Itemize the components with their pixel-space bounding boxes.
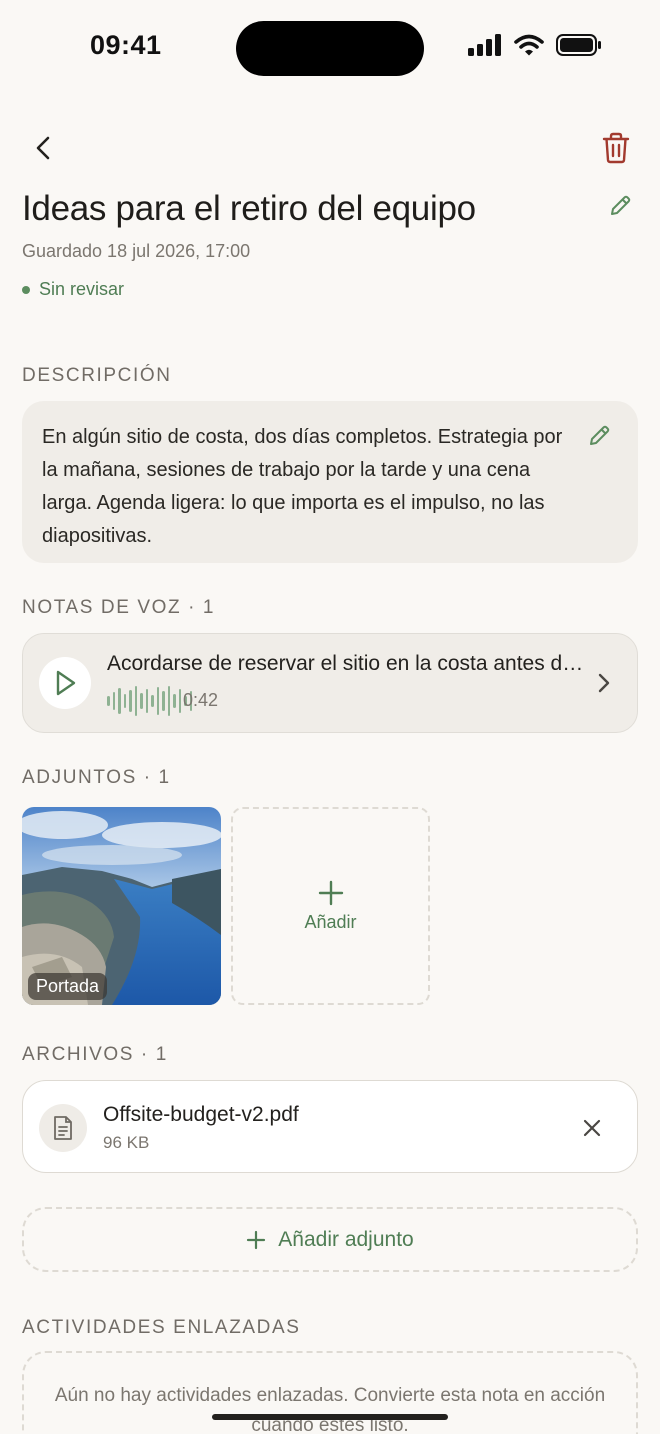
play-button[interactable] <box>39 657 91 709</box>
status-label: Sin revisar <box>39 279 125 299</box>
description-text: En algún sitio de costa, dos días comple… <box>42 426 563 547</box>
signal-icon <box>468 34 501 56</box>
pencil-icon <box>590 425 610 445</box>
description-label: DESCRIPCIÓN <box>22 365 172 386</box>
linked-empty-text: Aún no hay actividades enlazadas. Convie… <box>54 1385 606 1434</box>
close-icon <box>583 1119 601 1137</box>
home-indicator <box>212 1414 448 1420</box>
dynamic-island <box>236 21 424 76</box>
note-title: Ideas para el retiro del equipo <box>22 189 476 228</box>
add-tile-label: Añadir <box>304 911 357 932</box>
cover-badge: Portada <box>28 973 108 1000</box>
trash-icon <box>602 132 630 164</box>
review-status: Sin revisar <box>22 279 124 300</box>
voice-note-open[interactable] <box>589 668 619 698</box>
back-button[interactable] <box>20 124 68 172</box>
back-icon <box>36 136 50 160</box>
file-name: Offsite-budget-v2.pdf <box>103 1103 299 1126</box>
plus-icon <box>247 1230 266 1249</box>
add-attachment-tile[interactable]: Añadir <box>231 807 430 1005</box>
attachments-label: ADJUNTOS · 1 <box>22 767 171 788</box>
file-size: 96 KB <box>103 1133 150 1152</box>
plus-icon <box>318 880 343 905</box>
status-time: 09:41 <box>90 30 162 60</box>
file-icon-box <box>39 1104 87 1152</box>
remove-file-button[interactable] <box>577 1113 607 1143</box>
voice-note-item[interactable]: Acordarse de reservar el sitio en la cos… <box>22 633 638 733</box>
status-dot <box>22 285 30 294</box>
chevron-right-icon <box>598 673 610 693</box>
wifi-icon <box>514 34 544 56</box>
delete-button[interactable] <box>592 124 640 172</box>
document-icon <box>54 1116 72 1140</box>
attachment-photo[interactable]: Portada <box>22 807 221 1005</box>
status-icons <box>468 34 602 56</box>
add-attachment-label: Añadir adjunto <box>278 1227 414 1251</box>
voice-note-title: Acordarse de reservar el sitio en la cos… <box>107 652 587 675</box>
play-icon <box>56 670 76 696</box>
saved-timestamp: Guardado 18 jul 2026, 17:00 <box>22 241 251 261</box>
top-bar <box>0 118 660 178</box>
waveform <box>107 686 192 716</box>
battery-icon <box>556 34 601 56</box>
file-item[interactable]: Offsite-budget-v2.pdf 96 KB <box>22 1080 638 1173</box>
files-label: ARCHIVOS · 1 <box>22 1044 168 1065</box>
status-bar: 09:41 <box>0 0 660 96</box>
description-card[interactable]: En algún sitio de costa, dos días comple… <box>22 401 638 563</box>
add-attachment-button[interactable]: Añadir adjunto <box>22 1207 638 1272</box>
linked-activities-label: ACTIVIDADES ENLAZADAS <box>22 1317 301 1338</box>
voice-note-duration: 0:42 <box>183 690 219 710</box>
edit-title-button[interactable] <box>602 188 638 224</box>
voice-notes-label: NOTAS DE VOZ · 1 <box>22 597 216 618</box>
pencil-icon <box>611 195 631 215</box>
edit-description-button[interactable] <box>582 419 616 453</box>
linked-activities-empty: Aún no hay actividades enlazadas. Convie… <box>22 1351 638 1434</box>
